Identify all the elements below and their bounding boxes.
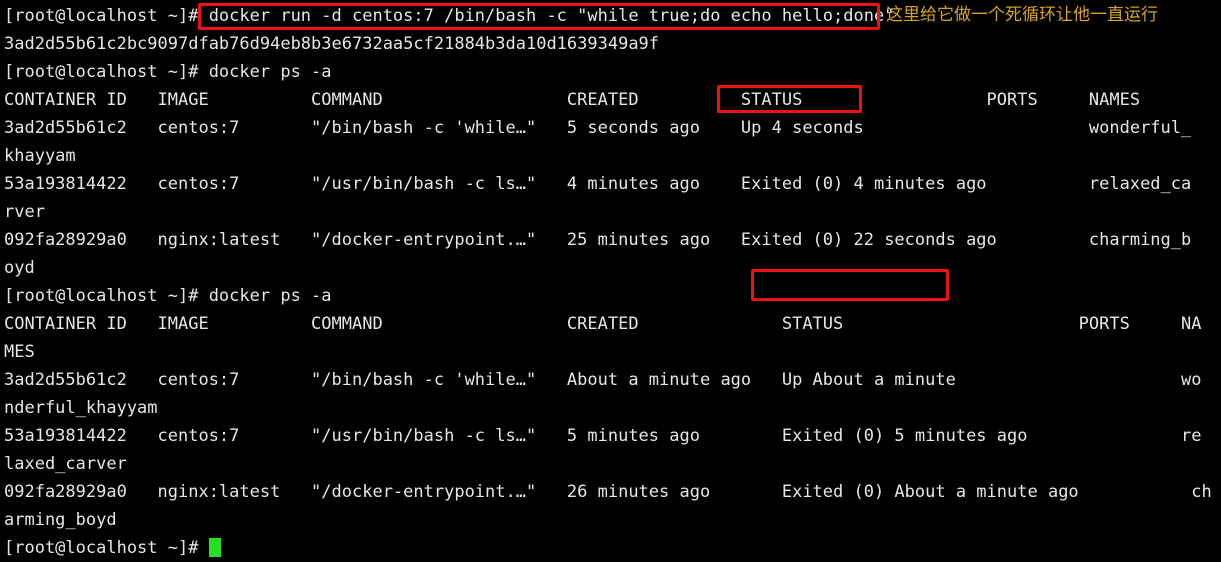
- table-row-wrap: khayyam: [4, 146, 76, 166]
- table-row: 092fa28929a0 nginx:latest "/docker-entry…: [4, 230, 1192, 250]
- table-row: 53a193814422 centos:7 "/usr/bin/bash -c …: [4, 174, 1192, 194]
- shell-prompt: [root@localhost ~]#: [4, 538, 209, 558]
- table-row-wrap: arming_boyd: [4, 510, 117, 530]
- terminal-prompt-line: [root@localhost ~]#: [4, 534, 1221, 562]
- terminal-window[interactable]: [root@localhost ~]# docker run -d centos…: [0, 0, 1221, 558]
- table-header-second: CONTAINER ID IMAGE COMMAND CREATED STATU…: [4, 314, 1202, 334]
- table-row: 3ad2d55b61c2 centos:7 "/bin/bash -c 'whi…: [4, 118, 1192, 138]
- table-row-wrap: oyd: [4, 258, 35, 278]
- chinese-annotation: 这里给它做一个死循环让他一直运行: [886, 5, 1158, 25]
- table-row-wrap: nderful_khayyam: [4, 398, 158, 418]
- table-header-first: CONTAINER ID IMAGE COMMAND CREATED STATU…: [4, 90, 1141, 110]
- table-row: 53a193814422 centos:7 "/usr/bin/bash -c …: [4, 426, 1202, 446]
- table-row: 3ad2d55b61c2 centos:7 "/bin/bash -c 'whi…: [4, 370, 1202, 390]
- text-cursor: [208, 538, 221, 557]
- terminal-line-container-id: 3ad2d55b61c2bc9097dfab76d94eb8b3e6732aa5…: [4, 34, 660, 54]
- table-header-second-wrap: MES: [4, 342, 35, 362]
- terminal-line-command-3: [root@localhost ~]# docker ps -a: [4, 286, 332, 306]
- table-row: 092fa28929a0 nginx:latest "/docker-entry…: [4, 482, 1212, 502]
- terminal-line-command-2: [root@localhost ~]# docker ps -a: [4, 62, 332, 82]
- table-row-wrap: laxed_carver: [4, 454, 127, 474]
- table-row-wrap: rver: [4, 202, 45, 222]
